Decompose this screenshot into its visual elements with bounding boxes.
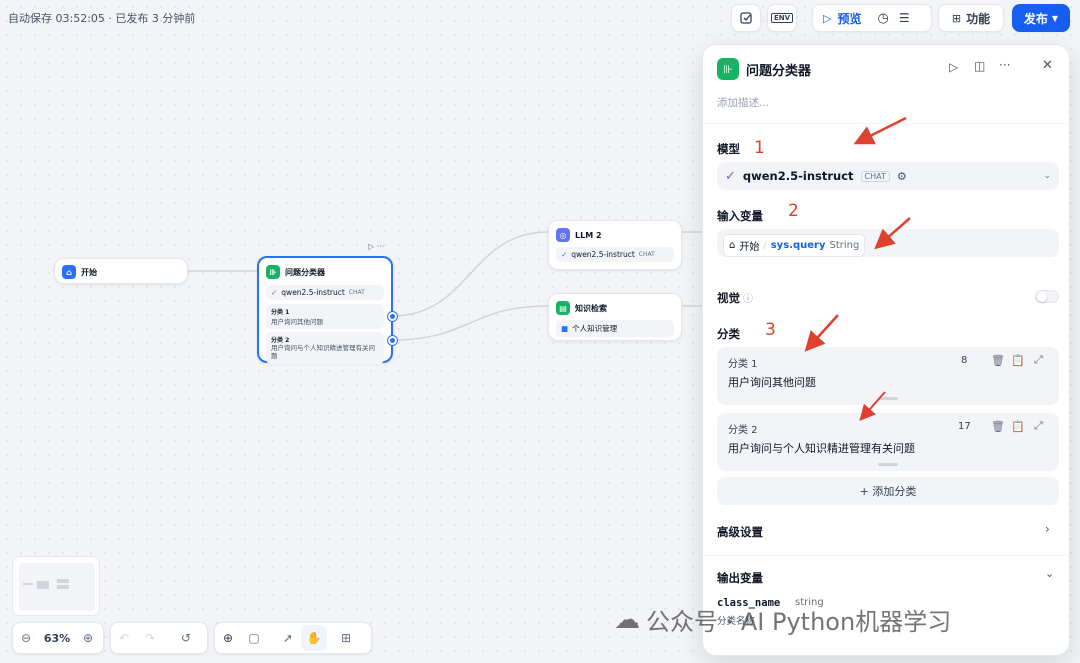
watermark-text: 公众号 · AI Python机器学习 <box>646 608 952 636</box>
watermark: ☁ 公众号 · AI Python机器学习 <box>614 602 951 637</box>
annotation-arrows <box>804 116 911 421</box>
wechat-logo-icon: ☁ <box>614 604 640 635</box>
